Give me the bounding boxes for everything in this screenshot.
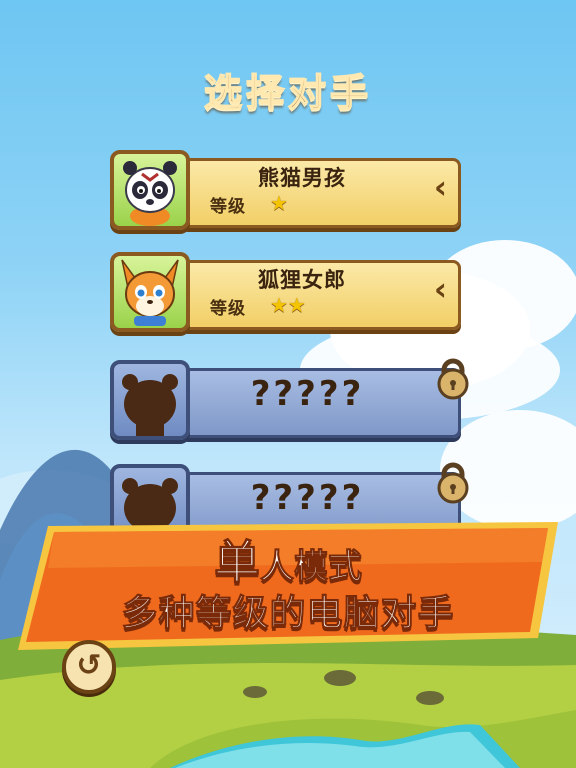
chevron-left-icon: ‹ xyxy=(433,168,447,206)
opponent-row-panda-boy[interactable]: 熊猫男孩 等级 ★ ‹ xyxy=(110,150,465,230)
page-title: 选择对手 xyxy=(203,70,372,116)
unknown-opponent-name: ????? xyxy=(250,374,365,414)
unknown-opponent-name: ????? xyxy=(250,478,365,518)
star-rating: ★ xyxy=(270,191,288,215)
opponent-row-locked[interactable]: ????? xyxy=(110,358,469,440)
banner-title-rest: 人模式 xyxy=(260,547,363,588)
undo-arrow-icon: ↺ xyxy=(76,648,102,683)
panda-face-icon xyxy=(123,161,177,226)
opponent-name: 熊猫男孩 xyxy=(258,166,346,190)
padlock-icon xyxy=(437,462,469,504)
fox-girl-portrait xyxy=(110,252,190,332)
banner-subtitle: 多种等级的电脑对手 xyxy=(121,593,455,635)
opponent-name: 狐狸女郎 xyxy=(258,268,346,292)
banner-title-big: 单 xyxy=(214,535,261,590)
fox-face-icon xyxy=(121,259,179,326)
level-label: 等级 xyxy=(210,299,246,319)
opponent-row-fox-girl[interactable]: 狐狸女郎 等级 ★★ ‹ xyxy=(110,252,465,332)
star-rating: ★★ xyxy=(270,293,306,317)
banner-title: 单人模式 xyxy=(0,526,576,592)
back-button[interactable]: ↺ xyxy=(62,640,116,694)
chevron-left-icon: ‹ xyxy=(433,270,447,308)
panda-boy-portrait xyxy=(110,150,190,230)
level-label: 等级 xyxy=(210,197,246,217)
padlock-icon xyxy=(437,358,469,400)
game-scene: 选择对手 熊猫男孩 等级 ★ ‹ 狐狸女郎 等级 ★★ ‹ ????? ????… xyxy=(0,0,576,768)
